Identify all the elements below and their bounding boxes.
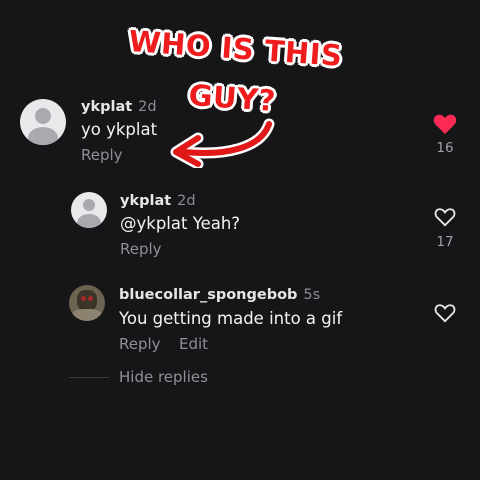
- timestamp: 5s: [303, 287, 321, 303]
- comment-header: bluecollar_spongebob 5s: [119, 284, 320, 303]
- timestamp: 2d: [177, 193, 196, 209]
- heart-outline-icon[interactable]: [434, 207, 456, 227]
- avatar[interactable]: [71, 192, 107, 228]
- comment-header: ykplat 2d: [81, 96, 157, 115]
- like-count: 16: [436, 140, 454, 156]
- comment-text: @ykplat Yeah?: [120, 214, 241, 233]
- timestamp: 2d: [138, 99, 157, 115]
- reply-button[interactable]: Reply: [81, 146, 123, 164]
- reply-button[interactable]: Reply: [120, 240, 162, 258]
- comment-header: ykplat 2d: [120, 190, 196, 209]
- like-count: 17: [436, 234, 454, 250]
- divider: [69, 377, 109, 378]
- username[interactable]: ykplat: [81, 99, 132, 115]
- avatar[interactable]: [20, 99, 66, 145]
- overlay-caption-line1: WHO IS THIS: [127, 24, 344, 73]
- overlay-caption-line2: GUY?: [187, 78, 277, 118]
- reply-button[interactable]: Reply: [119, 335, 161, 353]
- username[interactable]: bluecollar_spongebob: [119, 287, 297, 303]
- comment-text: yo ykplat: [81, 120, 158, 139]
- heart-outline-icon[interactable]: [434, 303, 456, 323]
- comment-text: You getting made into a gif: [119, 309, 343, 328]
- heart-filled-icon[interactable]: [433, 113, 457, 135]
- edit-button[interactable]: Edit: [179, 335, 208, 353]
- hide-replies-button[interactable]: Hide replies: [119, 368, 208, 386]
- red-arrow-icon: [170, 118, 275, 168]
- username[interactable]: ykplat: [120, 193, 171, 209]
- avatar[interactable]: [69, 285, 105, 321]
